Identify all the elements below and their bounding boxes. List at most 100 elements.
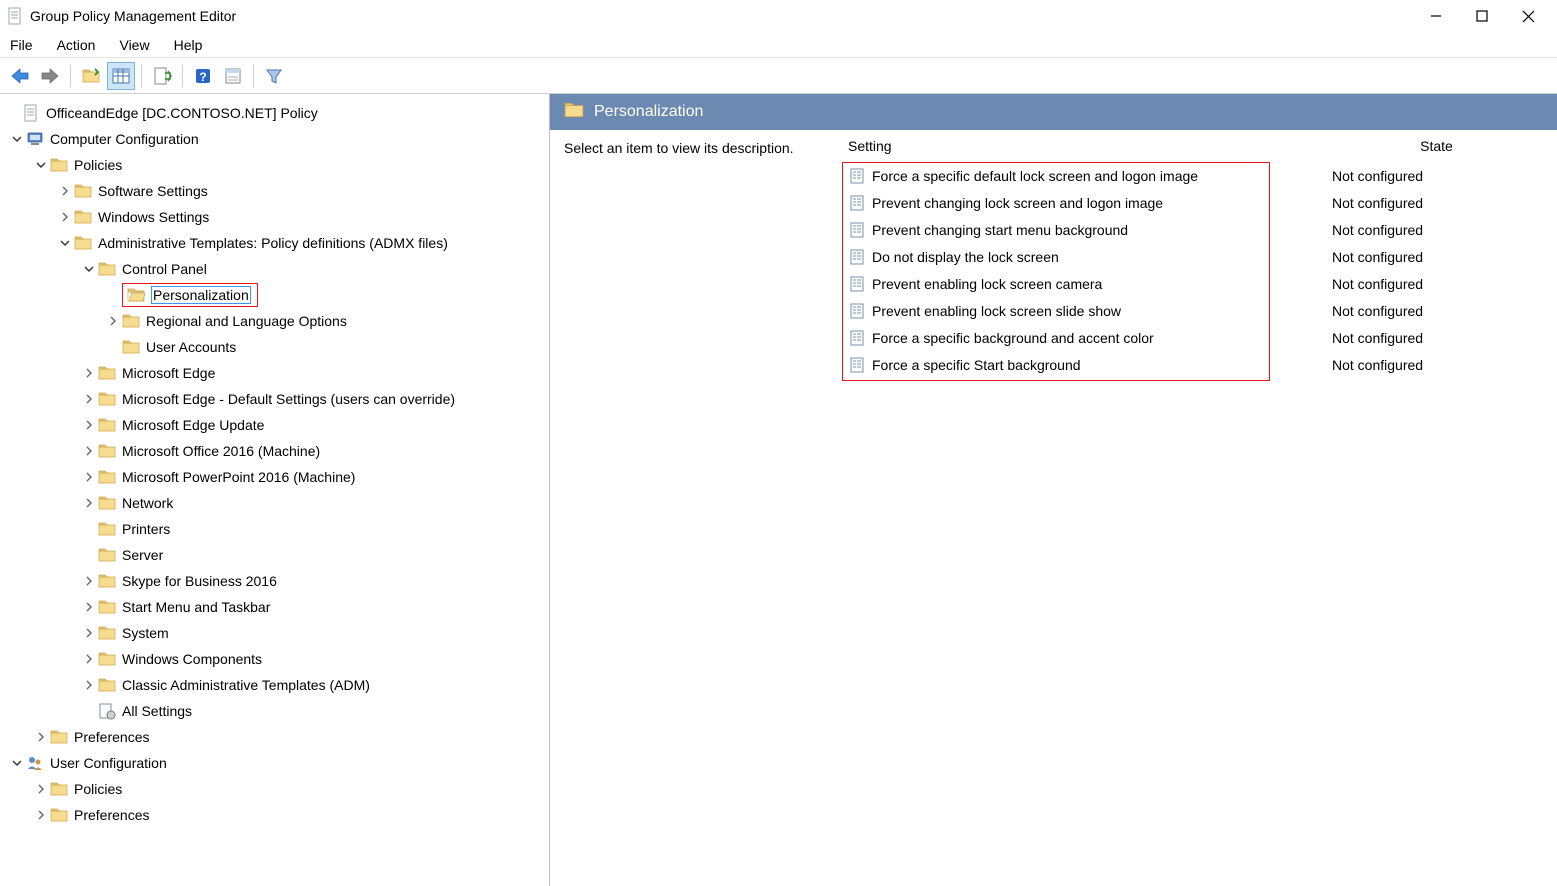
tree-windows-components[interactable]: Windows Components — [0, 646, 549, 672]
nav-tree[interactable]: OfficeandEdge [DC.CONTOSO.NET] Policy Co… — [0, 94, 550, 886]
tree-classic-adm[interactable]: Classic Administrative Templates (ADM) — [0, 672, 549, 698]
show-hide-tree-button[interactable] — [107, 62, 135, 90]
tree-computer-configuration[interactable]: Computer Configuration — [0, 126, 549, 152]
back-button[interactable] — [6, 62, 34, 90]
tree-user-accounts[interactable]: User Accounts — [0, 334, 549, 360]
list-row[interactable]: Prevent changing lock screen and logon i… — [840, 189, 1557, 216]
tree-label: Printers — [122, 521, 170, 537]
tree-system[interactable]: System — [0, 620, 549, 646]
tree-policies[interactable]: Policies — [0, 152, 549, 178]
chevron-right-icon[interactable] — [82, 574, 96, 588]
list-row[interactable]: Do not display the lock screenNot config… — [840, 243, 1557, 270]
tree-printers[interactable]: Printers — [0, 516, 549, 542]
chevron-right-icon[interactable] — [82, 366, 96, 380]
chevron-right-icon[interactable] — [58, 210, 72, 224]
tree-control-panel[interactable]: Control Panel — [0, 256, 549, 282]
row-setting-label: Do not display the lock screen — [872, 249, 1324, 265]
chevron-down-icon[interactable] — [82, 262, 96, 276]
minimize-button[interactable] — [1413, 0, 1459, 32]
maximize-button[interactable] — [1459, 0, 1505, 32]
folder-icon — [98, 650, 116, 668]
tree-user-policies[interactable]: Policies — [0, 776, 549, 802]
tree-windows-settings[interactable]: Windows Settings — [0, 204, 549, 230]
tree-office-2016[interactable]: Microsoft Office 2016 (Machine) — [0, 438, 549, 464]
list-row[interactable]: Prevent changing start menu backgroundNo… — [840, 216, 1557, 243]
app-icon — [6, 7, 24, 25]
tree-label: Microsoft Edge Update — [122, 417, 264, 433]
chevron-right-icon[interactable] — [82, 496, 96, 510]
properties-button[interactable] — [219, 62, 247, 90]
tree-label: Windows Settings — [98, 209, 209, 225]
column-header-state[interactable]: State — [1324, 138, 1549, 154]
tree-software-settings[interactable]: Software Settings — [0, 178, 549, 204]
menu-action[interactable]: Action — [45, 35, 108, 55]
folder-icon — [122, 312, 140, 330]
tree-personalization[interactable]: Personalization — [0, 282, 549, 308]
folder-icon — [50, 156, 68, 174]
tree-start-menu[interactable]: Start Menu and Taskbar — [0, 594, 549, 620]
chevron-right-icon[interactable] — [82, 392, 96, 406]
tree-root[interactable]: OfficeandEdge [DC.CONTOSO.NET] Policy — [0, 100, 549, 126]
list-row[interactable]: Prevent enabling lock screen slide showN… — [840, 297, 1557, 324]
chevron-right-icon[interactable] — [82, 626, 96, 640]
list-row[interactable]: Force a specific default lock screen and… — [840, 162, 1557, 189]
folder-icon — [98, 598, 116, 616]
chevron-right-icon[interactable] — [82, 678, 96, 692]
filter-button[interactable] — [260, 62, 288, 90]
chevron-right-icon[interactable] — [82, 444, 96, 458]
folder-icon — [98, 572, 116, 590]
chevron-down-icon[interactable] — [10, 756, 24, 770]
folder-icon — [98, 494, 116, 512]
tree-all-settings[interactable]: All Settings — [0, 698, 549, 724]
tree-label: Start Menu and Taskbar — [122, 599, 270, 615]
folder-icon — [74, 182, 92, 200]
list-row[interactable]: Force a specific Start backgroundNot con… — [840, 351, 1557, 378]
forward-button[interactable] — [36, 62, 64, 90]
menubar: File Action View Help — [0, 32, 1557, 58]
chevron-right-icon[interactable] — [82, 652, 96, 666]
tree-regional[interactable]: Regional and Language Options — [0, 308, 549, 334]
chevron-right-icon[interactable] — [34, 808, 48, 822]
chevron-right-icon[interactable] — [58, 184, 72, 198]
folder-open-icon — [127, 286, 145, 304]
tree-edge-update[interactable]: Microsoft Edge Update — [0, 412, 549, 438]
column-header-setting[interactable]: Setting — [848, 138, 1324, 154]
folder-icon — [50, 806, 68, 824]
chevron-right-icon[interactable] — [82, 600, 96, 614]
chevron-down-icon[interactable] — [34, 158, 48, 172]
tree-label: User Accounts — [146, 339, 236, 355]
chevron-right-icon[interactable] — [34, 782, 48, 796]
menu-help[interactable]: Help — [162, 35, 215, 55]
tree-network[interactable]: Network — [0, 490, 549, 516]
chevron-right-icon[interactable] — [34, 730, 48, 744]
close-button[interactable] — [1505, 0, 1551, 32]
policy-icon — [848, 356, 866, 374]
folder-icon — [74, 234, 92, 252]
menu-view[interactable]: View — [107, 35, 161, 55]
chevron-down-icon[interactable] — [58, 236, 72, 250]
tree-skype[interactable]: Skype for Business 2016 — [0, 568, 549, 594]
tree-label: Personalization — [151, 286, 251, 304]
chevron-down-icon[interactable] — [10, 132, 24, 146]
list-row[interactable]: Prevent enabling lock screen cameraNot c… — [840, 270, 1557, 297]
chevron-right-icon[interactable] — [82, 418, 96, 432]
list-row[interactable]: Force a specific background and accent c… — [840, 324, 1557, 351]
help-button[interactable] — [189, 62, 217, 90]
tree-user-preferences[interactable]: Preferences — [0, 802, 549, 828]
tree-label: Preferences — [74, 729, 149, 745]
folder-icon — [98, 520, 116, 538]
row-setting-label: Prevent changing start menu background — [872, 222, 1324, 238]
tree-admin-templates[interactable]: Administrative Templates: Policy definit… — [0, 230, 549, 256]
computer-icon — [26, 130, 44, 148]
chevron-right-icon[interactable] — [82, 470, 96, 484]
menu-file[interactable]: File — [6, 35, 45, 55]
export-list-button[interactable] — [148, 62, 176, 90]
tree-edge-default[interactable]: Microsoft Edge - Default Settings (users… — [0, 386, 549, 412]
tree-preferences[interactable]: Preferences — [0, 724, 549, 750]
tree-server[interactable]: Server — [0, 542, 549, 568]
up-one-level-button[interactable] — [77, 62, 105, 90]
chevron-right-icon[interactable] — [106, 314, 120, 328]
tree-edge[interactable]: Microsoft Edge — [0, 360, 549, 386]
tree-powerpoint-2016[interactable]: Microsoft PowerPoint 2016 (Machine) — [0, 464, 549, 490]
tree-user-configuration[interactable]: User Configuration — [0, 750, 549, 776]
